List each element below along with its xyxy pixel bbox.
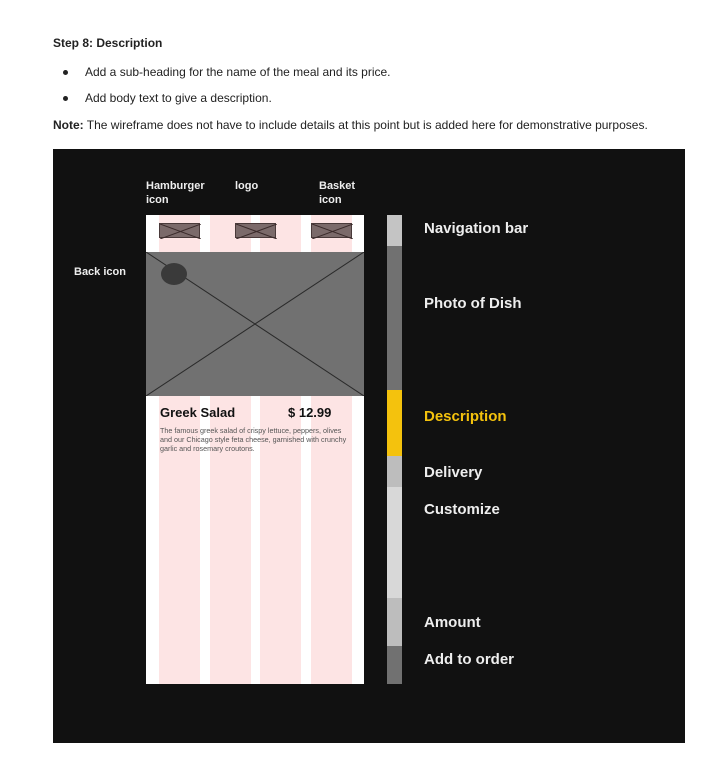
step-title: Step 8: Description xyxy=(53,36,163,50)
section-label-add-to-order: Add to order xyxy=(424,651,514,668)
phone-wireframe: Greek Salad $ 12.99 The famous greek sal… xyxy=(146,215,364,684)
basket-annotation: Basket icon xyxy=(319,180,356,206)
section-label-navigation: Navigation bar xyxy=(424,220,529,237)
hamburger-annotation: Hamburger icon xyxy=(146,180,205,206)
section-label-photo: Photo of Dish xyxy=(424,295,522,312)
basket-icon[interactable] xyxy=(311,223,353,239)
note-label: Note: xyxy=(53,118,84,132)
scroll-segment-photo xyxy=(387,246,402,390)
section-label-description: Description xyxy=(424,408,507,425)
bullet-text: Add body text to give a description. xyxy=(85,91,272,105)
scroll-segment-amount xyxy=(387,598,402,646)
bullet-icon xyxy=(63,70,68,75)
scroll-segment-description xyxy=(387,390,402,456)
dish-price: $ 12.99 xyxy=(288,405,332,420)
scroll-segment-add-to-order xyxy=(387,646,402,684)
scroll-segment-customize xyxy=(387,487,402,598)
logo-icon xyxy=(235,223,277,239)
bullet-icon xyxy=(63,96,68,101)
hamburger-icon[interactable] xyxy=(159,223,201,239)
back-annotation: Back icon xyxy=(74,266,126,278)
note: Note: The wireframe does not have to inc… xyxy=(53,118,648,132)
note-text: The wireframe does not have to include d… xyxy=(86,118,648,132)
logo-annotation: logo xyxy=(235,180,259,192)
list-item: Add a sub-heading for the name of the me… xyxy=(63,64,391,90)
scroll-segment-navigation xyxy=(387,215,402,246)
wireframe-canvas: Hamburger icon logo Basket icon Back ico… xyxy=(53,149,685,743)
dish-name: Greek Salad xyxy=(160,405,236,420)
instruction-list: Add a sub-heading for the name of the me… xyxy=(63,64,391,116)
section-label-amount: Amount xyxy=(424,614,481,631)
list-item: Add body text to give a description. xyxy=(63,90,391,116)
back-icon[interactable] xyxy=(161,263,187,285)
scroll-segment-delivery xyxy=(387,456,402,487)
section-label-customize: Customize xyxy=(424,501,500,518)
dish-description: The famous greek salad of crispy lettuce… xyxy=(160,426,347,453)
section-label-delivery: Delivery xyxy=(424,464,483,481)
bullet-text: Add a sub-heading for the name of the me… xyxy=(85,65,391,79)
